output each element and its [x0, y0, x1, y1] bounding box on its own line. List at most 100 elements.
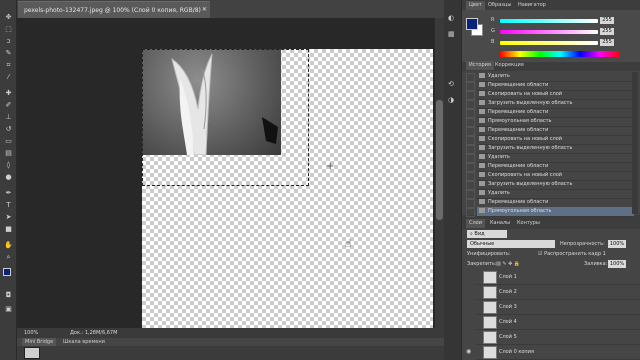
tab-layers[interactable]: Слои — [466, 219, 485, 228]
layer-row[interactable]: Слой 5 — [477, 330, 640, 345]
layer-row[interactable]: Слой 1 — [477, 270, 640, 285]
history-state-icon — [479, 181, 485, 186]
history-snapshot-checkbox[interactable] — [466, 100, 475, 109]
layer-row[interactable]: Слой 4 — [477, 315, 640, 330]
b-value[interactable]: 255 — [600, 39, 614, 46]
quick-select-icon[interactable]: ✎ — [3, 48, 14, 58]
move-icon[interactable]: ✥ — [3, 12, 14, 22]
foreground-swatch[interactable] — [3, 268, 11, 276]
history-item-label: Скопировать на новый слой — [488, 172, 563, 178]
close-icon[interactable]: × — [200, 1, 209, 17]
foreground-color-swatch[interactable] — [466, 18, 478, 30]
history-snapshot-checkbox[interactable] — [466, 136, 475, 145]
hand-icon[interactable]: ✋ — [3, 240, 14, 250]
layer-filter[interactable]: ⌕ Вид — [467, 230, 507, 238]
history-snapshot-checkbox[interactable] — [466, 118, 475, 127]
opacity-input[interactable]: 100% — [608, 240, 626, 248]
eyedropper-icon[interactable]: ⁄ — [3, 72, 14, 82]
eye-icon[interactable] — [466, 273, 474, 281]
zoom-level[interactable]: 100% — [24, 328, 38, 338]
screen-mode-icon[interactable]: ▣ — [3, 304, 14, 314]
document-info[interactable]: Док.: 1,28M/6,67M — [70, 328, 117, 338]
history-snapshot-checkbox[interactable] — [466, 172, 475, 181]
tab-paths[interactable]: Контуры — [514, 219, 543, 228]
history-snapshot-checkbox[interactable] — [466, 82, 475, 91]
stamp-icon[interactable]: ⊥ — [3, 112, 14, 122]
history-state-icon — [479, 145, 485, 150]
eraser-icon[interactable]: ▭ — [3, 136, 14, 146]
brush-icon[interactable]: ✐ — [3, 100, 14, 110]
fill-input[interactable]: 100% — [608, 260, 626, 268]
quick-mask-icon[interactable]: ◘ — [3, 290, 14, 300]
tab-color[interactable]: Цвет — [466, 1, 485, 10]
history-snapshot-checkbox[interactable] — [466, 109, 475, 118]
eye-icon[interactable] — [466, 288, 474, 296]
history-item-label: Скопировать на новый слой — [488, 91, 563, 97]
history-state-icon — [479, 73, 485, 78]
eye-icon[interactable] — [466, 318, 474, 326]
eye-icon[interactable]: ◉ — [466, 348, 474, 356]
g-slider[interactable] — [500, 30, 598, 34]
frame-thumbnail[interactable] — [24, 347, 40, 359]
pen-icon[interactable]: ✒ — [3, 188, 14, 198]
unify-label: Унифицировать: — [467, 251, 511, 257]
history-state-icon — [479, 136, 485, 141]
adjustments-panel-icon[interactable]: ◑ — [448, 96, 458, 104]
layer-row[interactable]: Слой 3 — [477, 300, 640, 315]
tab-adjustments[interactable]: Коррекция — [492, 61, 527, 70]
zoom-icon[interactable]: ⌕ — [3, 252, 14, 262]
blur-icon[interactable]: ◊ — [3, 160, 14, 170]
history-snapshot-checkbox[interactable] — [466, 154, 475, 163]
eye-icon[interactable] — [466, 333, 474, 341]
blend-mode-select[interactable]: Обычные — [467, 240, 555, 248]
history-item-label: Удалить — [488, 154, 510, 160]
r-value[interactable]: 255 — [600, 17, 614, 24]
tab-mini-bridge[interactable]: Mini Bridge — [22, 338, 57, 346]
healing-icon[interactable]: ✚ — [3, 88, 14, 98]
history-scrollbar[interactable] — [632, 72, 638, 214]
history-state-icon — [479, 199, 485, 204]
gradient-icon[interactable]: ▤ — [3, 148, 14, 158]
swatches-panel-icon[interactable]: ▦ — [448, 30, 458, 38]
tab-navigator[interactable]: Навигатор — [515, 1, 549, 10]
document-tab[interactable]: pexels-photo-132477.jpeg @ 100% (Слой 0 … — [18, 1, 210, 18]
b-slider[interactable] — [500, 41, 598, 45]
scrollbar-thumb[interactable] — [436, 100, 443, 220]
lasso-icon[interactable]: ↄ — [3, 36, 14, 46]
tab-swatches[interactable]: Образцы — [485, 1, 514, 10]
shape-icon[interactable]: ■ — [3, 224, 14, 234]
history-brush-icon[interactable]: ↺ — [3, 124, 14, 134]
type-icon[interactable]: T — [3, 200, 14, 210]
history-snapshot-checkbox[interactable] — [466, 181, 475, 190]
g-value[interactable]: 255 — [600, 28, 614, 35]
layer-name: Слой 2 — [499, 289, 517, 295]
r-slider[interactable] — [500, 19, 598, 23]
history-snapshot-checkbox[interactable] — [466, 163, 475, 172]
path-select-icon[interactable]: ➤ — [3, 212, 14, 222]
history-snapshot-checkbox[interactable] — [466, 208, 475, 217]
color-panel-icon[interactable]: ◐ — [448, 14, 458, 22]
crop-icon[interactable]: ⌗ — [3, 60, 14, 70]
tab-history[interactable]: История — [466, 61, 494, 70]
color-spectrum[interactable] — [500, 51, 620, 57]
dodge-icon[interactable]: ● — [3, 172, 14, 182]
marquee-icon[interactable]: ⬚ — [3, 24, 14, 34]
history-snapshot-checkbox[interactable] — [466, 199, 475, 208]
history-snapshot-checkbox[interactable] — [466, 127, 475, 136]
history-snapshot-checkbox[interactable] — [466, 73, 475, 82]
marquee-selection — [142, 49, 309, 186]
history-snapshot-checkbox[interactable] — [466, 190, 475, 199]
timeline-strip — [17, 346, 444, 360]
history-item[interactable]: Прямоугольная область — [477, 207, 634, 217]
history-snapshot-checkbox[interactable] — [466, 91, 475, 100]
layer-row[interactable]: Слой 2 — [477, 285, 640, 300]
layer-name: Слой 1 — [499, 274, 517, 280]
tab-channels[interactable]: Каналы — [487, 219, 513, 228]
lock-icons[interactable]: ▨ ✎ ✥ 🔒 — [496, 260, 520, 268]
layer-row[interactable]: Слой 0 копия — [477, 345, 640, 360]
tab-timeline[interactable]: Шкала времени — [60, 338, 108, 346]
eye-icon[interactable] — [466, 303, 474, 311]
history-snapshot-checkbox[interactable] — [466, 145, 475, 154]
propagate-frame-checkbox[interactable]: ☑ Распространить кадр 1 — [538, 250, 606, 258]
history-panel-icon[interactable]: ⟲ — [448, 80, 458, 88]
